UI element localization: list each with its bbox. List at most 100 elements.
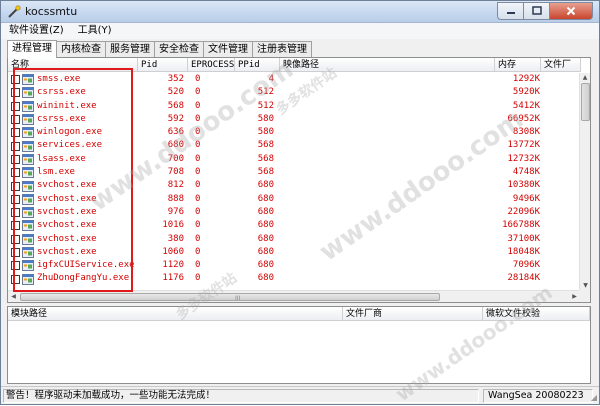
application-icon	[22, 220, 34, 232]
tab-process-manager[interactable]: 进程管理	[7, 40, 57, 58]
image-path-cell	[280, 113, 495, 126]
eprocess-cell: 0	[195, 233, 201, 244]
pid-cell: 680	[167, 140, 184, 151]
title-bar[interactable]: kocssmtu	[1, 1, 599, 23]
eprocess-cell: 0	[195, 273, 201, 284]
tab-kernel-check[interactable]: 内核检查	[56, 41, 106, 58]
column-header-ms-verify[interactable]: 微软文件校验	[483, 307, 590, 321]
process-checkbox[interactable]	[11, 248, 20, 257]
process-name-cell: csrss.exe	[8, 113, 138, 126]
process-checkbox[interactable]	[11, 154, 20, 164]
module-list-view[interactable]: 模块路径 文件厂商 微软文件校验	[7, 306, 591, 384]
process-checkbox[interactable]	[11, 101, 20, 111]
resize-grip-icon[interactable]: ◢	[591, 393, 597, 402]
pid-cell: 380	[167, 233, 184, 244]
vendor-cell	[541, 139, 574, 152]
image-path-cell	[280, 272, 495, 285]
minimize-button[interactable]	[497, 2, 523, 20]
process-list-view[interactable]: 名称 Pid EPROCESS PPid 映像路径 内存 文件厂 smss.ex…	[7, 57, 591, 303]
table-row[interactable]: igfxCUIService.exe 1120 0 680 7096K	[8, 259, 580, 272]
process-checkbox[interactable]	[11, 221, 20, 231]
process-checkbox[interactable]	[11, 194, 20, 204]
menu-tools[interactable]: 工具(Y)	[78, 23, 112, 39]
maximize-icon	[531, 6, 542, 15]
process-name-cell: lsm.exe	[8, 166, 138, 179]
vendor-cell	[541, 193, 574, 206]
vendor-cell	[541, 73, 574, 86]
scrollbar-corner	[579, 290, 590, 302]
maximize-button[interactable]	[523, 2, 549, 20]
process-checkbox[interactable]	[11, 181, 20, 191]
app-window: kocssmtu 软件设置(Z) 工具(Y) 进程管理 内核检查 服务管理 安全…	[0, 0, 600, 406]
tab-security-check[interactable]: 安全检查	[154, 41, 204, 58]
process-name-cell: svchost.exe	[8, 219, 138, 232]
table-row[interactable]: csrss.exe 520 0 512 5920K	[8, 86, 580, 99]
application-icon	[22, 247, 34, 258]
column-header-pid[interactable]: Pid	[138, 58, 188, 72]
application-icon	[22, 193, 34, 205]
table-row[interactable]: lsm.exe 708 0 568 4748K	[8, 166, 580, 179]
image-path-cell	[280, 193, 495, 206]
pid-cell: 352	[167, 74, 184, 84]
process-checkbox[interactable]	[11, 168, 20, 178]
table-row[interactable]: smss.exe 352 0 4 1292K	[8, 73, 580, 86]
table-row[interactable]: svchost.exe 1060 0 680 18048K	[8, 246, 580, 259]
horizontal-scroll-thumb[interactable]: III	[20, 293, 440, 302]
scroll-up-icon[interactable]: ▲	[580, 73, 590, 83]
column-header-memory[interactable]: 内存	[495, 58, 541, 72]
close-button[interactable]	[549, 2, 593, 20]
process-list-header: 名称 Pid EPROCESS PPid 映像路径 内存 文件厂	[8, 58, 581, 72]
image-path-cell	[280, 100, 495, 113]
table-row[interactable]: wininit.exe 568 0 512 5412K	[8, 100, 580, 113]
memory-cell: 8308K	[512, 127, 540, 138]
column-header-eprocess[interactable]: EPROCESS	[188, 58, 235, 72]
vendor-cell	[541, 166, 574, 179]
horizontal-scrollbar[interactable]: ◀ III ▶	[8, 290, 580, 302]
menu-software-settings[interactable]: 软件设置(Z)	[9, 23, 64, 39]
ppid-cell: 568	[257, 153, 274, 164]
table-row[interactable]: winlogon.exe 636 0 580 8308K	[8, 126, 580, 139]
status-message: 警告！程序驱动未加载成功，一些功能无法完成！	[3, 389, 479, 403]
scroll-left-icon[interactable]: ◀	[8, 291, 19, 303]
table-row[interactable]: svchost.exe 380 0 680 37100K	[8, 233, 580, 246]
vertical-scrollbar[interactable]: ▲ ▼	[579, 73, 590, 291]
table-row[interactable]: ZhuDongFangYu.exe 1176 0 680 28184K	[8, 272, 580, 285]
table-row[interactable]: svchost.exe 888 0 680 9496K	[8, 193, 580, 206]
tab-service-manager[interactable]: 服务管理	[105, 41, 155, 58]
process-checkbox[interactable]	[11, 234, 20, 244]
eprocess-cell: 0	[195, 180, 201, 191]
column-header-file-vendor[interactable]: 文件厂商	[343, 307, 483, 321]
eprocess-cell: 0	[195, 127, 201, 138]
table-row[interactable]: csrss.exe 592 0 580 66952K	[8, 113, 580, 126]
column-header-name[interactable]: 名称	[8, 58, 138, 72]
ppid-cell: 512	[257, 87, 274, 98]
image-path-cell	[280, 126, 495, 139]
table-row[interactable]: svchost.exe 812 0 680 10380K	[8, 179, 580, 192]
process-name: igfxCUIService.exe	[37, 260, 135, 271]
scroll-thumb[interactable]	[581, 83, 590, 121]
process-checkbox[interactable]	[11, 88, 20, 98]
column-header-ppid[interactable]: PPid	[235, 58, 280, 72]
application-icon	[22, 140, 34, 152]
column-header-module-path[interactable]: 模块路径	[8, 307, 343, 321]
process-checkbox[interactable]	[11, 128, 20, 138]
column-header-vendor[interactable]: 文件厂	[541, 58, 581, 72]
column-header-image-path[interactable]: 映像路径	[280, 58, 495, 72]
pid-cell: 700	[167, 153, 184, 164]
tab-file-manager[interactable]: 文件管理	[203, 41, 253, 58]
table-row[interactable]: lsass.exe 700 0 568 12732K	[8, 153, 580, 166]
table-row[interactable]: svchost.exe 976 0 680 22096K	[8, 206, 580, 219]
process-name-cell: winlogon.exe	[8, 126, 138, 139]
process-checkbox[interactable]	[11, 141, 20, 151]
table-row[interactable]: svchost.exe 1016 0 680 166788K	[8, 219, 580, 232]
tab-registry-manager[interactable]: 注册表管理	[252, 41, 312, 58]
process-name: svchost.exe	[37, 193, 97, 204]
process-name: svchost.exe	[37, 246, 97, 257]
table-row[interactable]: services.exe 680 0 568 13772K	[8, 139, 580, 152]
process-checkbox[interactable]	[11, 261, 20, 271]
process-checkbox[interactable]	[11, 208, 20, 218]
process-checkbox[interactable]	[11, 75, 20, 85]
process-checkbox[interactable]	[11, 115, 20, 125]
memory-cell: 10380K	[507, 180, 540, 191]
process-checkbox[interactable]	[11, 274, 20, 284]
